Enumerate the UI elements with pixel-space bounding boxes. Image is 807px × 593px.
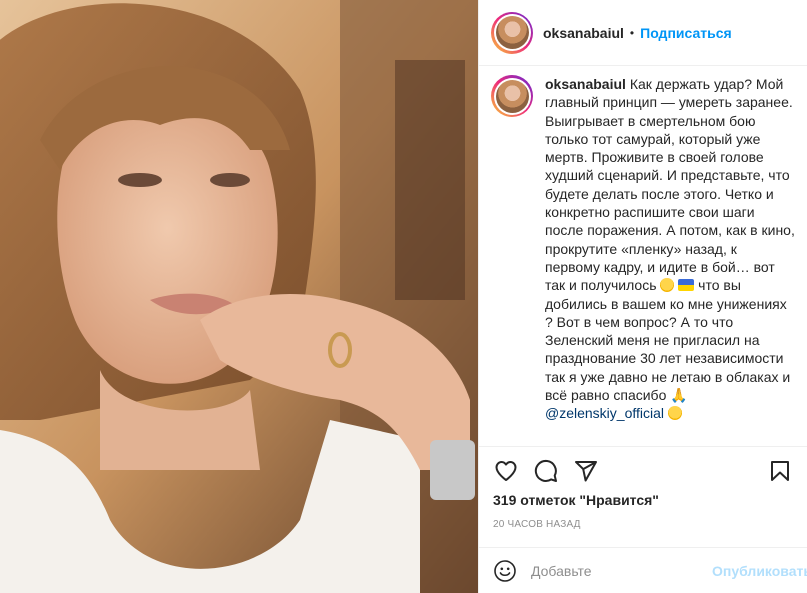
- post-header: oksanabaiul • Подписаться: [479, 0, 807, 66]
- heart-icon: [495, 460, 517, 481]
- header-username[interactable]: oksanabaiul: [543, 25, 624, 41]
- rofl-face-emoji-icon: [667, 406, 682, 421]
- publish-button[interactable]: Опубликовать: [712, 563, 807, 579]
- caption-text-continued: что вы добились в вашем ко мне унижениях…: [545, 277, 791, 404]
- caption-username[interactable]: oksanabaiul: [545, 76, 626, 92]
- post-sidebar: oksanabaiul • Подписаться oksanabaiul Ка…: [478, 0, 807, 593]
- comments-area[interactable]: oksanabaiul Как держать удар? Мой главны…: [479, 67, 807, 445]
- bookmark-icon: [771, 460, 789, 481]
- post-photo: [0, 0, 478, 593]
- ukraine-flag-emoji-icon: [678, 279, 695, 292]
- post-caption: oksanabaiul Как держать удар? Мой главны…: [545, 75, 795, 445]
- share-icon: [575, 460, 597, 481]
- caption-avatar[interactable]: [491, 75, 533, 117]
- avatar[interactable]: [491, 11, 533, 54]
- follow-button[interactable]: Подписаться: [640, 25, 732, 41]
- folded-hands-emoji-icon: 🙏: [670, 387, 688, 404]
- likes-count[interactable]: 319 отметок "Нравится": [493, 492, 659, 508]
- emoji-button[interactable]: [493, 558, 517, 584]
- comment-input[interactable]: [531, 562, 712, 579]
- comment-button[interactable]: [533, 458, 559, 484]
- action-bar: [479, 446, 807, 494]
- save-button[interactable]: [767, 458, 793, 484]
- like-button[interactable]: [493, 458, 519, 484]
- share-button[interactable]: [573, 458, 599, 484]
- grinning-face-emoji-icon: [660, 278, 675, 293]
- selfie-photo: [0, 0, 478, 593]
- comment-form: Опубликовать: [479, 547, 807, 593]
- comment-icon: [534, 459, 557, 482]
- post-timestamp[interactable]: 20 часов назад: [493, 519, 581, 530]
- mention-link[interactable]: @zelenskiy_official: [545, 405, 664, 421]
- separator-dot: •: [629, 25, 635, 40]
- caption-text: Как держать удар? Мой главный принцип — …: [545, 76, 795, 294]
- emoji-icon: [494, 559, 516, 582]
